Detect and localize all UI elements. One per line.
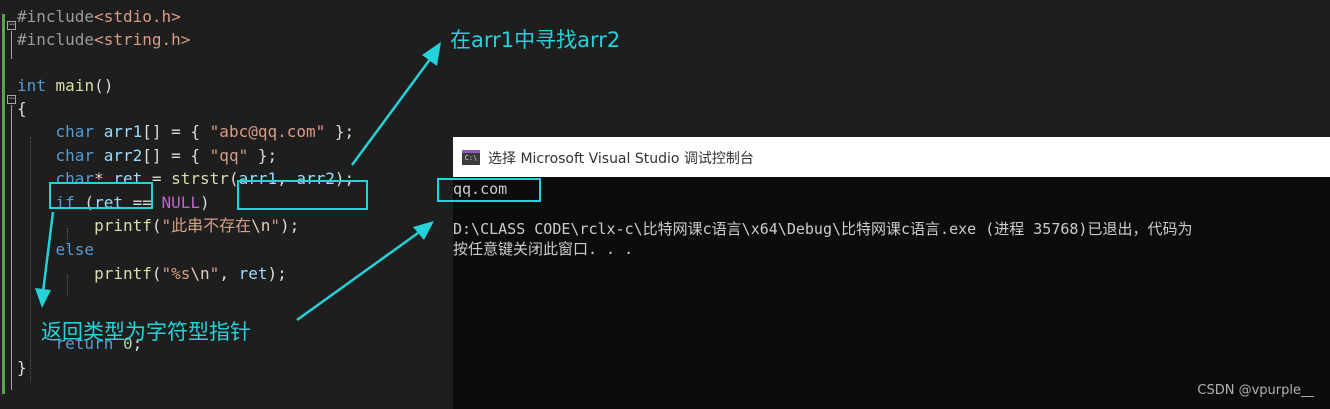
console-title: 选择 Microsoft Visual Studio 调试控制台 <box>488 151 754 167</box>
console-output-press-key: 按任意键关闭此窗口. . . <box>453 240 634 258</box>
console-titlebar[interactable]: C:\ 选择 Microsoft Visual Studio 调试控制台 <box>453 137 1330 177</box>
arrow-to-return-note <box>41 211 55 293</box>
arrow-to-console-output <box>296 231 419 322</box>
console-app-icon: C:\ <box>462 150 480 165</box>
arrow-to-search-note <box>350 57 433 166</box>
highlight-box-console-output <box>437 178 541 202</box>
arrow-head-up <box>422 42 441 66</box>
arrow-head-down <box>35 288 51 308</box>
arrow-head-right <box>413 221 434 240</box>
debug-console-window[interactable]: C:\ 选择 Microsoft Visual Studio 调试控制台 qq.… <box>453 137 1330 409</box>
csdn-watermark: CSDN @vpurple__ <box>1197 383 1314 398</box>
console-output-exit-message: D:\CLASS CODE\rclx-c\比特网课c语言\x64\Debug\比… <box>453 220 1193 238</box>
